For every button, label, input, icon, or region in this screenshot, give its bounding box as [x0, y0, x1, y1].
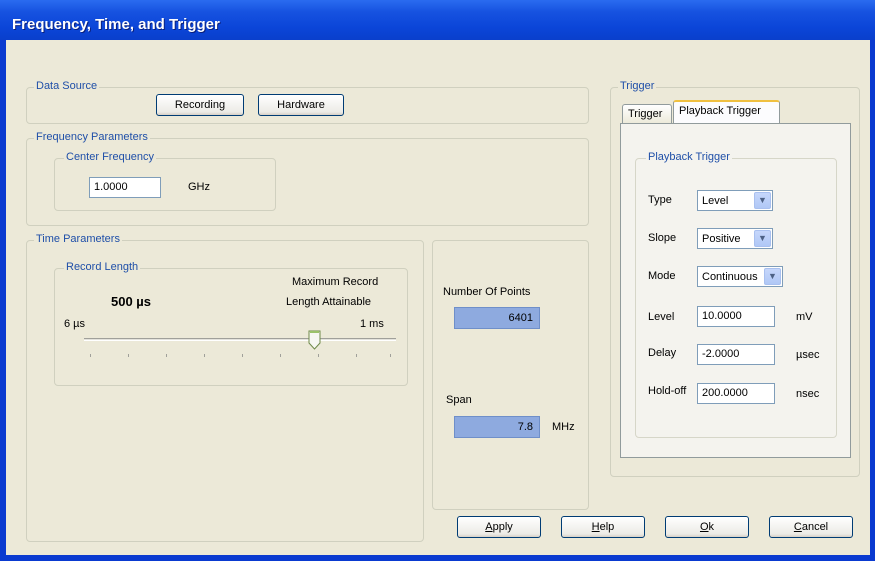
slope-select-value: Positive: [702, 233, 741, 245]
mode-select-value: Continuous: [702, 271, 758, 283]
span-value: 7.8: [454, 416, 540, 438]
center-frequency-group: [54, 158, 276, 211]
slider-tick: [356, 354, 357, 357]
chevron-down-icon[interactable]: ▼: [764, 268, 781, 285]
slider-thumb-icon[interactable]: [308, 330, 321, 350]
help-mnemonic: H: [591, 521, 600, 533]
holdoff-label: Hold-off: [648, 385, 687, 397]
mode-label: Mode: [648, 270, 676, 282]
number-of-points-label: Number Of Points: [443, 286, 531, 298]
slider-tick: [90, 354, 91, 357]
hardware-button[interactable]: Hardware: [258, 94, 344, 116]
slider-tick: [242, 354, 243, 357]
level-unit: mV: [796, 311, 813, 323]
apply-button[interactable]: Apply: [457, 516, 541, 538]
apply-mnemonic: A: [485, 521, 493, 533]
ok-mnemonic: O: [699, 521, 709, 533]
record-length-label: Record Length: [64, 261, 141, 273]
slider-track: [84, 338, 396, 341]
cancel-mnemonic: C: [793, 521, 802, 533]
frequency-parameters-label: Frequency Parameters: [34, 131, 150, 143]
data-source-label: Data Source: [34, 80, 100, 92]
window-title: Frequency, Time, and Trigger: [12, 16, 220, 33]
record-length-value: 500 µs: [111, 294, 152, 309]
delay-unit: µsec: [796, 349, 820, 361]
type-select-value: Level: [702, 195, 729, 207]
slider-tick: [280, 354, 281, 357]
mode-select[interactable]: Continuous ▼: [697, 266, 783, 287]
type-select[interactable]: Level ▼: [697, 190, 773, 211]
ok-button[interactable]: Ok: [665, 516, 749, 538]
help-label: elp: [599, 521, 615, 533]
chevron-down-icon[interactable]: ▼: [754, 230, 771, 247]
type-label: Type: [648, 194, 672, 206]
max-record-label-line2: Length Attainable: [286, 296, 372, 308]
dialog-window: Frequency, Time, and Trigger Data Source…: [0, 0, 875, 561]
tab-trigger[interactable]: Trigger: [622, 104, 672, 124]
recording-button[interactable]: Recording: [156, 94, 244, 116]
holdoff-unit: nsec: [796, 388, 820, 400]
center-frequency-label: Center Frequency: [64, 151, 157, 163]
ok-label: k: [708, 521, 715, 533]
dialog-client-area: Data Source Recording Hardware Frequency…: [6, 40, 870, 555]
span-label: Span: [446, 394, 472, 406]
delay-label: Delay: [648, 347, 677, 359]
number-of-points-value: 6401: [454, 307, 540, 329]
span-unit: MHz: [552, 421, 575, 433]
slider-tick: [390, 354, 391, 357]
slope-select[interactable]: Positive ▼: [697, 228, 773, 249]
center-frequency-unit: GHz: [188, 181, 210, 193]
tab-playback-trigger[interactable]: Playback Trigger: [673, 100, 780, 123]
record-length-max: 1 ms: [360, 318, 384, 330]
level-label: Level: [648, 311, 675, 323]
title-bar[interactable]: Frequency, Time, and Trigger: [0, 0, 875, 40]
slider-tick: [166, 354, 167, 357]
slider-tick: [128, 354, 129, 357]
record-length-min: 6 µs: [64, 318, 86, 330]
help-button[interactable]: Help: [561, 516, 645, 538]
delay-input[interactable]: -2.0000: [697, 344, 775, 365]
center-frequency-input[interactable]: 1.0000: [89, 177, 161, 198]
trigger-label: Trigger: [618, 80, 657, 92]
time-parameters-label: Time Parameters: [34, 233, 122, 245]
chevron-down-icon[interactable]: ▼: [754, 192, 771, 209]
holdoff-input[interactable]: 200.0000: [697, 383, 775, 404]
apply-label: pply: [492, 521, 513, 533]
slider-tick: [204, 354, 205, 357]
readouts-group: [432, 240, 589, 510]
max-record-label-line1: Maximum Record: [292, 276, 379, 288]
cancel-button[interactable]: Cancel: [769, 516, 853, 538]
level-input[interactable]: 10.0000: [697, 306, 775, 327]
playback-trigger-label: Playback Trigger: [646, 151, 732, 163]
cancel-label: ancel: [801, 521, 829, 533]
slope-label: Slope: [648, 232, 677, 244]
slider-tick: [318, 354, 319, 357]
record-length-slider[interactable]: [84, 330, 396, 362]
